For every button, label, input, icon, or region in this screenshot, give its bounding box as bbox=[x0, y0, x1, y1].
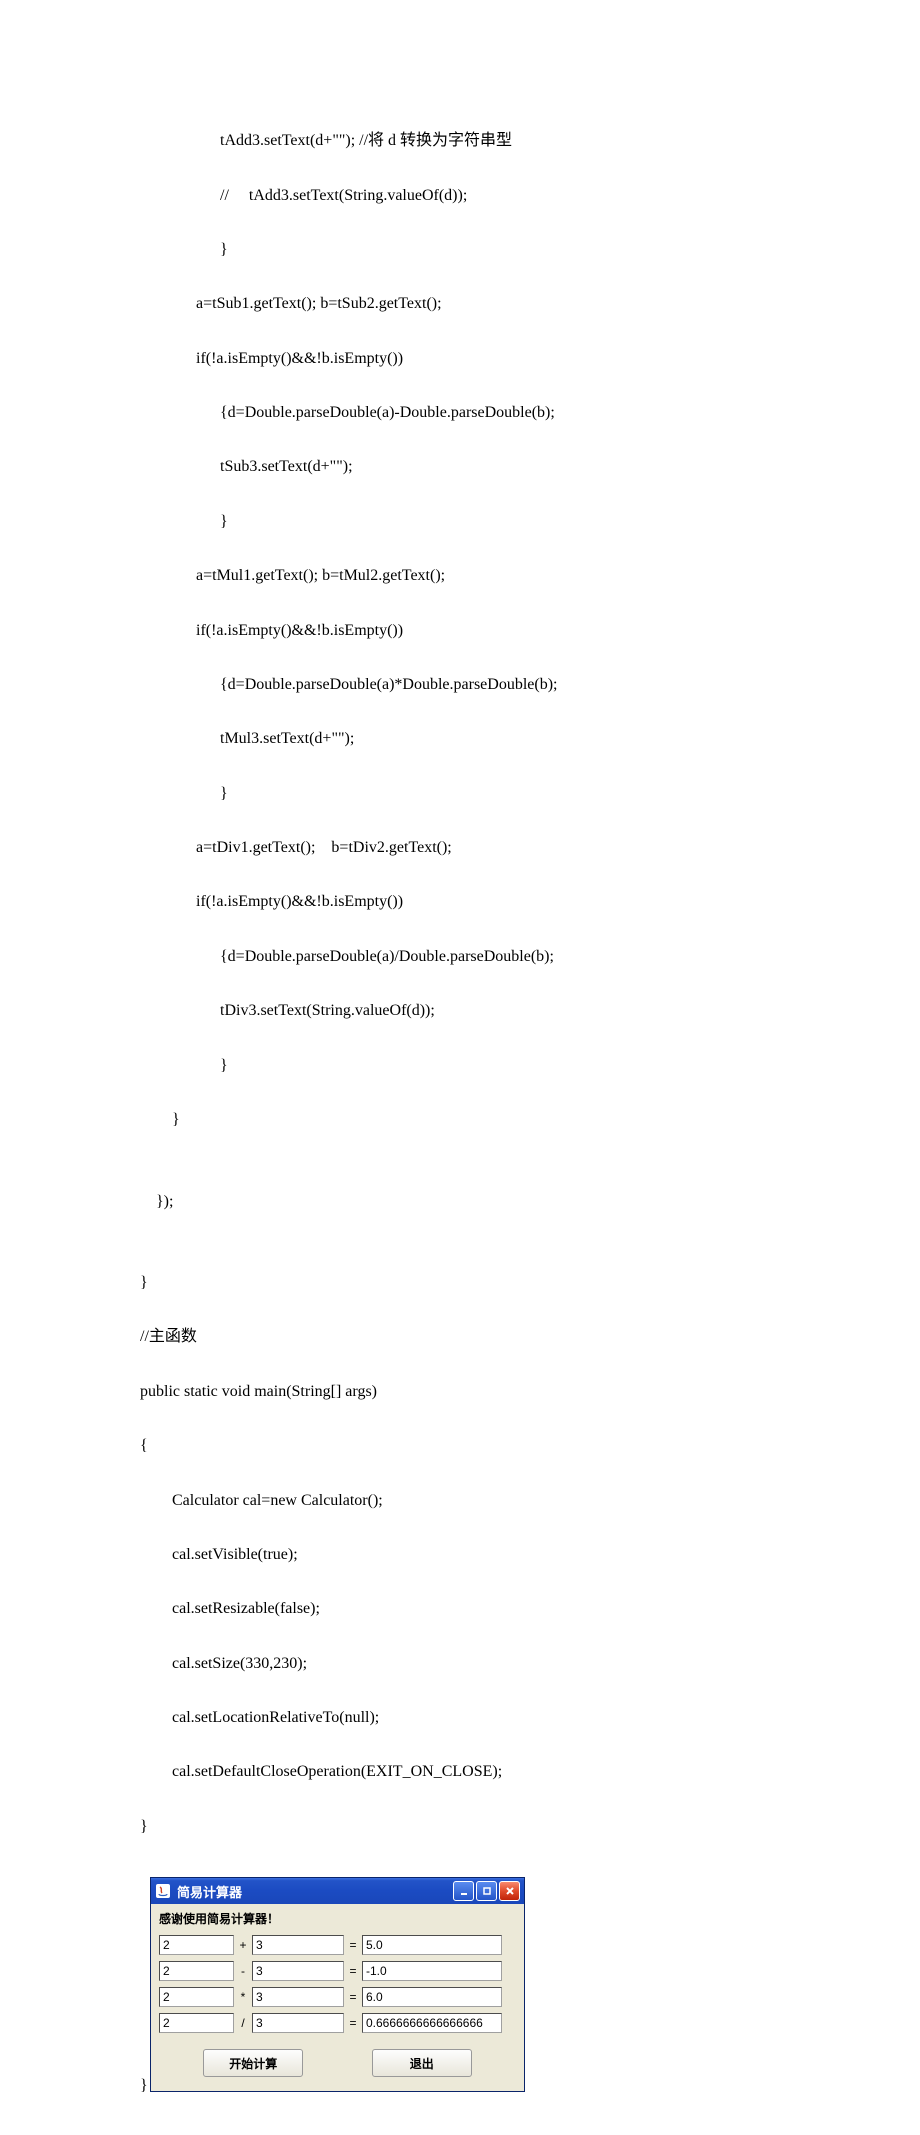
div-operand1[interactable] bbox=[159, 2013, 234, 2033]
calculator-window: 简易计算器 感谢使用简易计算器！ + = - = bbox=[150, 1877, 525, 2092]
mul-operand1[interactable] bbox=[159, 1987, 234, 2007]
code-line: cal.setDefaultCloseOperation(EXIT_ON_CLO… bbox=[140, 1758, 920, 1785]
code-line: a=tMul1.getText(); b=tMul2.getText(); bbox=[140, 562, 920, 589]
welcome-label: 感谢使用简易计算器！ bbox=[159, 1910, 516, 1927]
code-line: } bbox=[140, 1052, 920, 1079]
code-line: cal.setLocationRelativeTo(null); bbox=[140, 1704, 920, 1731]
equals-label: = bbox=[348, 1938, 358, 1952]
window-title: 简易计算器 bbox=[177, 1882, 453, 1901]
code-line: } bbox=[140, 508, 920, 535]
code-line: public static void main(String[] args) bbox=[140, 1378, 920, 1405]
code-line: Calculator cal=new Calculator(); bbox=[140, 1487, 920, 1514]
code-line: { bbox=[140, 1432, 920, 1459]
code-line: {d=Double.parseDouble(a)/Double.parseDou… bbox=[140, 943, 920, 970]
titlebar[interactable]: 简易计算器 bbox=[151, 1878, 524, 1904]
sub-row: - = bbox=[159, 1961, 516, 1981]
sub-operand1[interactable] bbox=[159, 1961, 234, 1981]
start-button[interactable]: 开始计算 bbox=[203, 2049, 303, 2077]
code-line: } bbox=[140, 780, 920, 807]
code-line: {d=Double.parseDouble(a)-Double.parseDou… bbox=[140, 399, 920, 426]
div-row: / = bbox=[159, 2013, 516, 2033]
code-line: } bbox=[140, 1106, 920, 1133]
java-icon bbox=[155, 1883, 171, 1899]
add-row: + = bbox=[159, 1935, 516, 1955]
close-button[interactable] bbox=[499, 1881, 520, 1901]
add-operand2[interactable] bbox=[252, 1935, 344, 1955]
sub-operand2[interactable] bbox=[252, 1961, 344, 1981]
closing-brace: } bbox=[140, 2077, 920, 2095]
code-line: a=tSub1.getText(); b=tSub2.getText(); bbox=[140, 290, 920, 317]
button-row: 开始计算 退出 bbox=[159, 2049, 516, 2077]
code-line: } bbox=[140, 236, 920, 263]
code-line: if(!a.isEmpty()&&!b.isEmpty()) bbox=[140, 888, 920, 915]
code-line: cal.setVisible(true); bbox=[140, 1541, 920, 1568]
minimize-icon bbox=[459, 1886, 469, 1896]
add-operand1[interactable] bbox=[159, 1935, 234, 1955]
client-area: 感谢使用简易计算器！ + = - = * = / = bbox=[151, 1904, 524, 2091]
code-line: tAdd3.setText(d+""); //将 d 转换为字符串型 bbox=[140, 127, 920, 154]
div-result[interactable] bbox=[362, 2013, 502, 2033]
code-line: cal.setSize(330,230); bbox=[140, 1650, 920, 1677]
mul-row: * = bbox=[159, 1987, 516, 2007]
equals-label: = bbox=[348, 1990, 358, 2004]
code-line: a=tDiv1.getText(); b=tDiv2.getText(); bbox=[140, 834, 920, 861]
equals-label: = bbox=[348, 1964, 358, 1978]
code-line: } bbox=[140, 1269, 920, 1296]
code-line: }); bbox=[140, 1188, 920, 1215]
code-line: // tAdd3.setText(String.valueOf(d)); bbox=[140, 182, 920, 209]
maximize-icon bbox=[482, 1886, 492, 1896]
code-line: cal.setResizable(false); bbox=[140, 1595, 920, 1622]
div-operand2[interactable] bbox=[252, 2013, 344, 2033]
equals-label: = bbox=[348, 2016, 358, 2030]
mul-operand2[interactable] bbox=[252, 1987, 344, 2007]
code-block: tAdd3.setText(d+""); //将 d 转换为字符串型 // tA… bbox=[140, 100, 920, 1867]
window-buttons bbox=[453, 1881, 520, 1901]
add-result[interactable] bbox=[362, 1935, 502, 1955]
sub-operator: - bbox=[238, 1964, 248, 1978]
minimize-button[interactable] bbox=[453, 1881, 474, 1901]
maximize-button[interactable] bbox=[476, 1881, 497, 1901]
div-operator: / bbox=[238, 2016, 248, 2030]
exit-button[interactable]: 退出 bbox=[372, 2049, 472, 2077]
code-line: {d=Double.parseDouble(a)*Double.parseDou… bbox=[140, 671, 920, 698]
code-line: tMul3.setText(d+""); bbox=[140, 725, 920, 752]
code-line: tDiv3.setText(String.valueOf(d)); bbox=[140, 997, 920, 1024]
close-icon bbox=[505, 1886, 515, 1896]
add-operator: + bbox=[238, 1938, 248, 1952]
mul-operator: * bbox=[238, 1990, 248, 2004]
code-line: } bbox=[140, 1813, 920, 1840]
mul-result[interactable] bbox=[362, 1987, 502, 2007]
code-line: if(!a.isEmpty()&&!b.isEmpty()) bbox=[140, 617, 920, 644]
code-line: if(!a.isEmpty()&&!b.isEmpty()) bbox=[140, 345, 920, 372]
code-line: //主函数 bbox=[140, 1323, 920, 1350]
code-line: tSub3.setText(d+""); bbox=[140, 453, 920, 480]
sub-result[interactable] bbox=[362, 1961, 502, 1981]
